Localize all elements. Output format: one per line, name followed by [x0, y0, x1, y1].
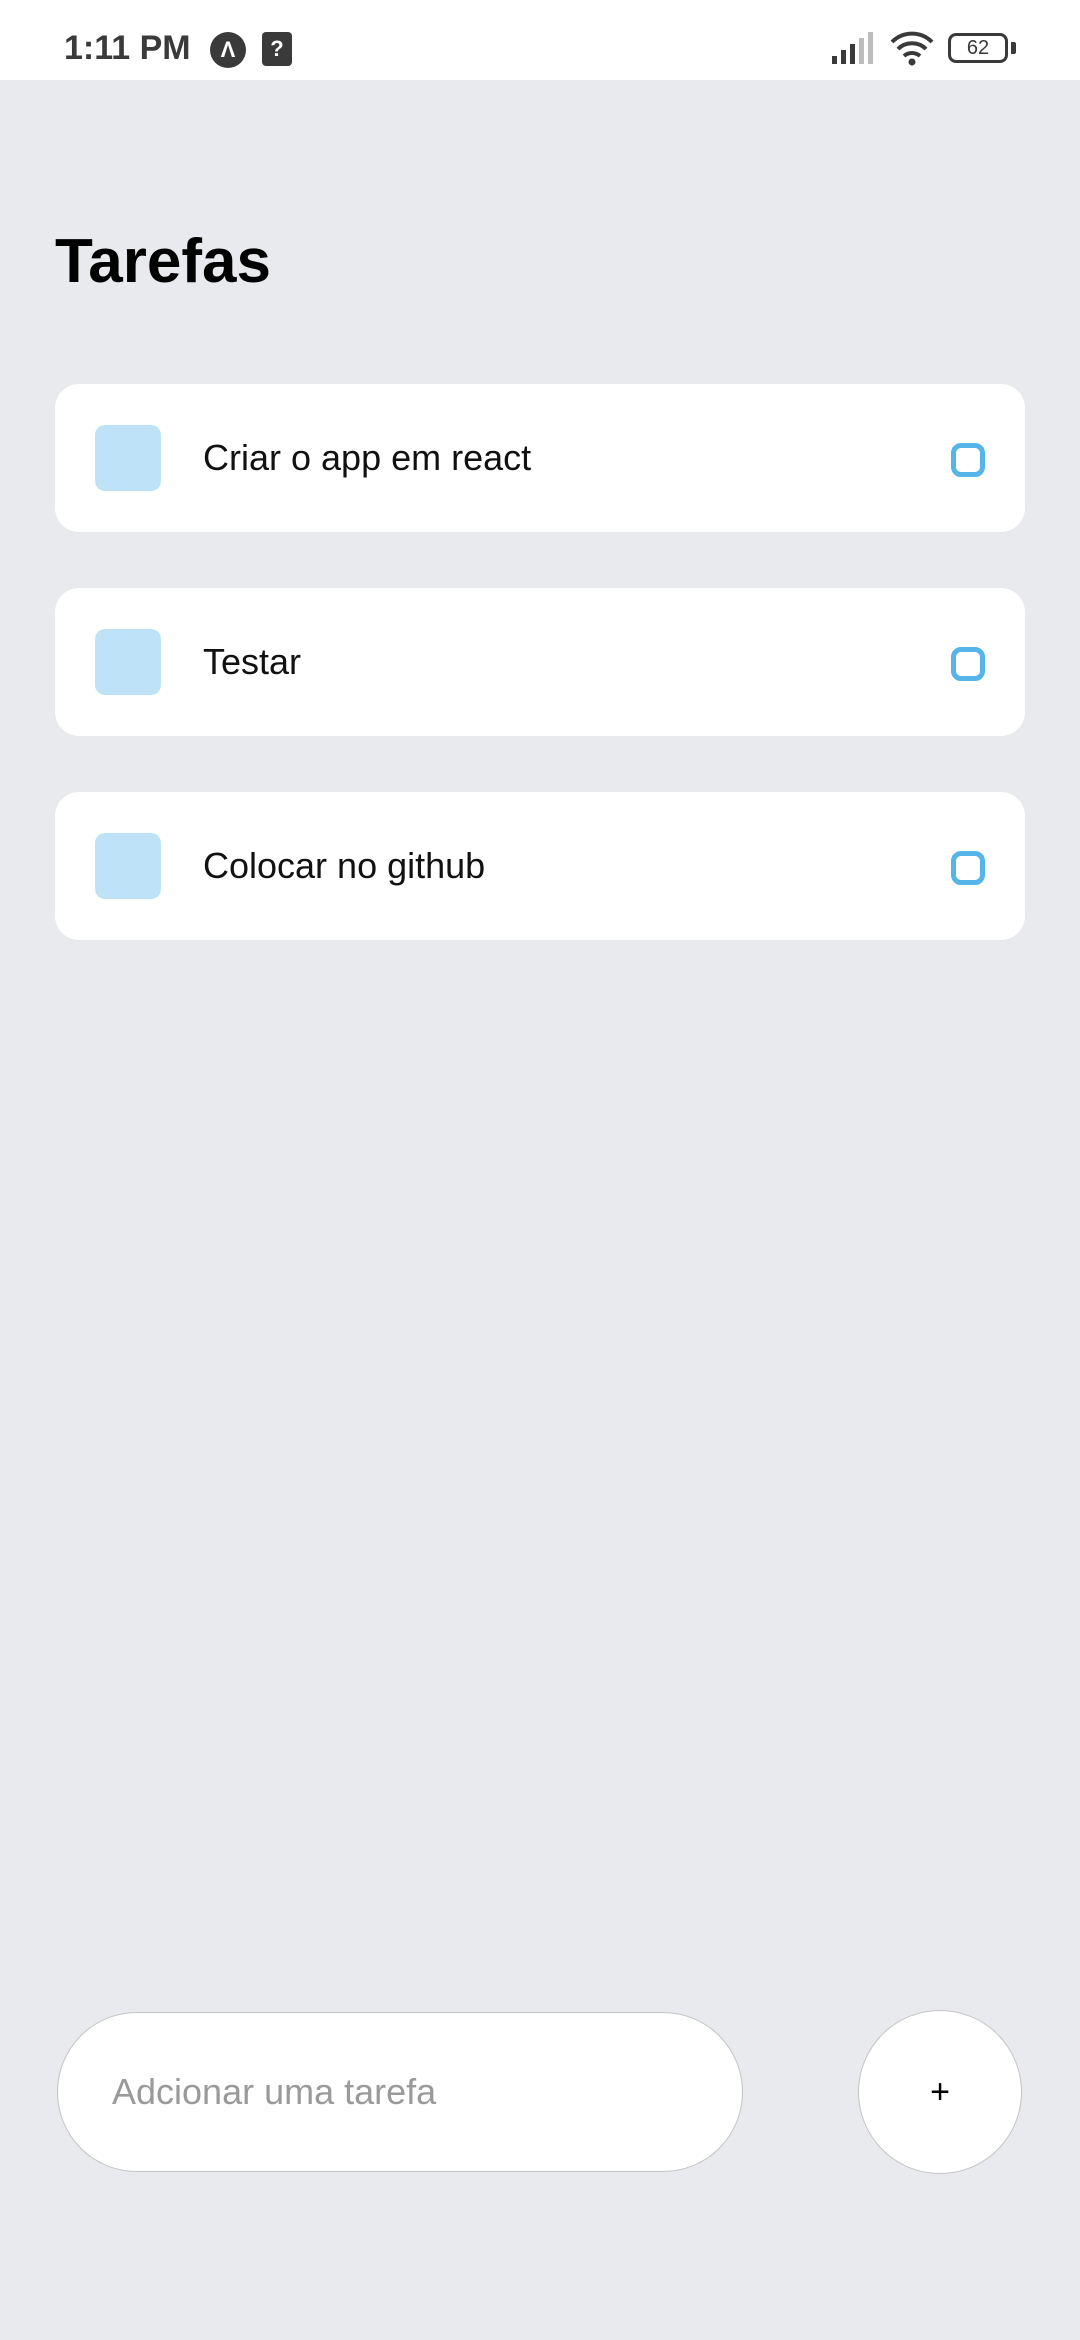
- wifi-icon: [890, 31, 934, 66]
- battery-icon: 62: [948, 33, 1008, 63]
- add-task-button[interactable]: +: [858, 2010, 1022, 2174]
- task-status-circle-icon[interactable]: [951, 647, 985, 681]
- status-time: 1:11 PM: [64, 29, 191, 67]
- task-label: Criar o app em react: [203, 437, 532, 478]
- task-square-icon: [95, 833, 161, 899]
- question-notification-icon: ?: [262, 32, 292, 66]
- task-item[interactable]: Colocar no github: [55, 792, 1025, 940]
- task-square-icon: [95, 629, 161, 695]
- status-bar: 1:11 PM Λ ? 62: [0, 0, 1080, 80]
- task-status-circle-icon[interactable]: [951, 443, 985, 477]
- app-notification-icon: Λ: [210, 32, 246, 68]
- task-square-icon: [95, 425, 161, 491]
- task-status-circle-icon[interactable]: [951, 851, 985, 885]
- task-label: Colocar no github: [203, 845, 486, 886]
- page-title: Tarefas: [55, 227, 271, 296]
- task-item[interactable]: Criar o app em react: [55, 384, 1025, 532]
- task-label: Testar: [203, 641, 302, 682]
- new-task-input[interactable]: [57, 2012, 743, 2172]
- task-item[interactable]: Testar: [55, 588, 1025, 736]
- task-list: Criar o app em react Testar Colocar no g…: [55, 384, 1025, 996]
- signal-icon: [832, 32, 873, 64]
- battery-tip: [1011, 42, 1016, 54]
